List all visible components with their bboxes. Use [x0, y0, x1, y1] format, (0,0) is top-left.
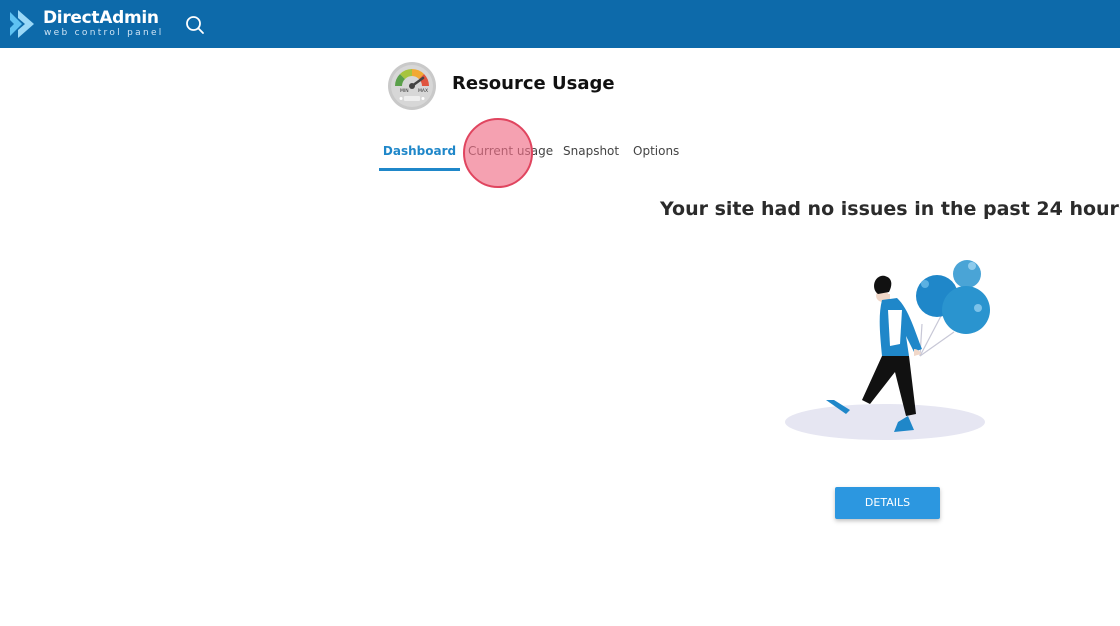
top-bar: DirectAdmin web control panel — [0, 0, 1120, 48]
svg-text:MIN: MIN — [400, 88, 409, 94]
tab-options[interactable]: Options — [633, 138, 679, 168]
directadmin-logo[interactable]: DirectAdmin web control panel — [8, 8, 168, 42]
tab-dashboard[interactable]: Dashboard — [379, 138, 460, 171]
woman-with-balloons-illustration — [785, 260, 990, 440]
brand-name: DirectAdmin — [43, 8, 159, 28]
logo-chevron-icon — [10, 10, 34, 38]
page-title: Resource Usage — [452, 73, 615, 94]
brand-tagline: web control panel — [44, 28, 164, 38]
search-icon — [186, 16, 204, 34]
click-indicator — [463, 118, 533, 188]
tab-snapshot[interactable]: Snapshot — [563, 138, 619, 168]
status-headline: Your site had no issues in the past 24 h… — [660, 198, 1120, 220]
search-button[interactable] — [184, 14, 206, 36]
svg-text:MAX: MAX — [418, 88, 428, 94]
gauge-icon: MIN MAX — [387, 61, 437, 111]
details-button[interactable]: DETAILS — [835, 487, 940, 519]
